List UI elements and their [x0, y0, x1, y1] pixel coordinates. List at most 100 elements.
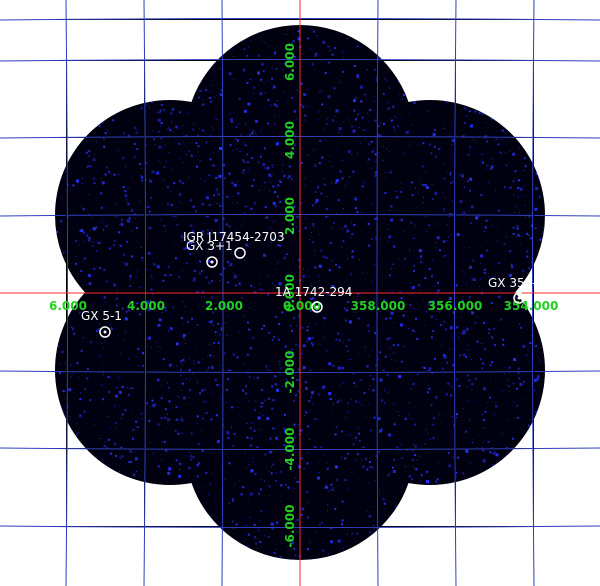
photon-speckle — [420, 178, 421, 180]
y-tick-label: 6.000 — [283, 43, 297, 81]
photon-speckle — [327, 491, 329, 492]
photon-speckle — [237, 123, 239, 125]
photon-speckle — [167, 413, 168, 415]
photon-speckle — [337, 366, 341, 370]
photon-speckle — [61, 351, 64, 353]
photon-speckle — [291, 348, 294, 351]
photon-speckle — [394, 115, 395, 117]
photon-speckle — [70, 364, 72, 366]
photon-speckle — [495, 190, 497, 192]
photon-speckle — [235, 126, 238, 128]
photon-speckle — [491, 335, 492, 337]
photon-speckle — [184, 343, 186, 345]
photon-speckle — [414, 454, 417, 456]
photon-speckle — [60, 220, 63, 223]
photon-speckle — [300, 457, 303, 460]
photon-speckle — [386, 148, 387, 150]
photon-speckle — [277, 338, 280, 341]
photon-speckle — [182, 336, 185, 338]
photon-speckle — [481, 112, 484, 115]
photon-speckle — [410, 271, 412, 273]
photon-speckle — [271, 357, 273, 359]
photon-speckle — [519, 242, 521, 244]
photon-speckle — [410, 221, 413, 224]
photon-speckle — [337, 399, 340, 402]
photon-speckle — [386, 338, 389, 341]
photon-speckle — [516, 405, 519, 408]
photon-speckle — [301, 326, 304, 329]
photon-speckle — [180, 418, 184, 422]
photon-speckle — [318, 264, 322, 268]
photon-speckle — [424, 443, 426, 445]
photon-speckle — [411, 449, 414, 452]
photon-speckle — [342, 240, 345, 243]
photon-speckle — [167, 265, 170, 268]
photon-speckle — [86, 377, 89, 380]
photon-speckle — [342, 382, 344, 384]
photon-speckle — [251, 184, 254, 187]
photon-speckle — [445, 392, 448, 395]
photon-speckle — [160, 104, 163, 106]
photon-speckle — [500, 318, 503, 321]
photon-speckle — [358, 432, 360, 435]
photon-speckle — [197, 361, 200, 364]
photon-speckle — [491, 158, 493, 160]
photon-speckle — [233, 315, 235, 317]
photon-speckle — [527, 234, 530, 237]
photon-speckle — [244, 259, 246, 261]
photon-speckle — [464, 273, 466, 275]
photon-speckle — [449, 171, 452, 174]
photon-speckle — [209, 158, 212, 161]
photon-speckle — [205, 89, 208, 91]
photon-speckle — [283, 256, 286, 259]
photon-speckle — [342, 70, 345, 73]
photon-speckle — [210, 100, 212, 103]
photon-speckle — [92, 245, 94, 246]
photon-speckle — [375, 76, 377, 78]
photon-speckle — [481, 342, 483, 344]
photon-speckle — [503, 373, 505, 374]
photon-speckle — [471, 439, 473, 441]
photon-speckle — [148, 107, 150, 109]
photon-speckle — [140, 286, 142, 288]
photon-speckle — [215, 338, 217, 340]
photon-speckle — [227, 369, 229, 370]
photon-speckle — [257, 416, 261, 420]
photon-speckle — [209, 91, 211, 93]
photon-speckle — [131, 230, 133, 232]
photon-speckle — [267, 535, 270, 538]
photon-speckle — [89, 399, 92, 402]
photon-speckle — [228, 225, 231, 228]
photon-speckle — [465, 430, 468, 433]
photon-speckle — [272, 399, 275, 402]
photon-speckle — [196, 475, 199, 478]
photon-speckle — [341, 177, 344, 180]
photon-speckle — [394, 359, 396, 361]
photon-speckle — [253, 35, 255, 37]
photon-speckle — [335, 425, 338, 428]
photon-speckle — [99, 384, 101, 386]
photon-speckle — [413, 264, 416, 267]
photon-speckle — [245, 144, 247, 147]
photon-speckle — [106, 166, 109, 169]
photon-speckle — [295, 394, 298, 397]
photon-speckle — [297, 390, 300, 393]
photon-speckle — [191, 317, 194, 320]
photon-speckle — [218, 333, 221, 336]
photon-speckle — [443, 357, 444, 359]
photon-speckle — [282, 164, 284, 166]
photon-speckle — [310, 342, 313, 344]
photon-speckle — [357, 317, 360, 320]
photon-speckle — [318, 119, 320, 121]
photon-speckle — [380, 122, 382, 124]
photon-speckle — [355, 460, 357, 461]
photon-speckle — [347, 402, 350, 405]
photon-speckle — [164, 274, 167, 277]
photon-speckle — [413, 270, 415, 272]
photon-speckle — [264, 147, 266, 150]
photon-speckle — [344, 319, 347, 322]
photon-speckle — [225, 322, 226, 324]
photon-speckle — [261, 402, 264, 404]
photon-speckle — [411, 478, 414, 481]
photon-speckle — [307, 89, 309, 91]
